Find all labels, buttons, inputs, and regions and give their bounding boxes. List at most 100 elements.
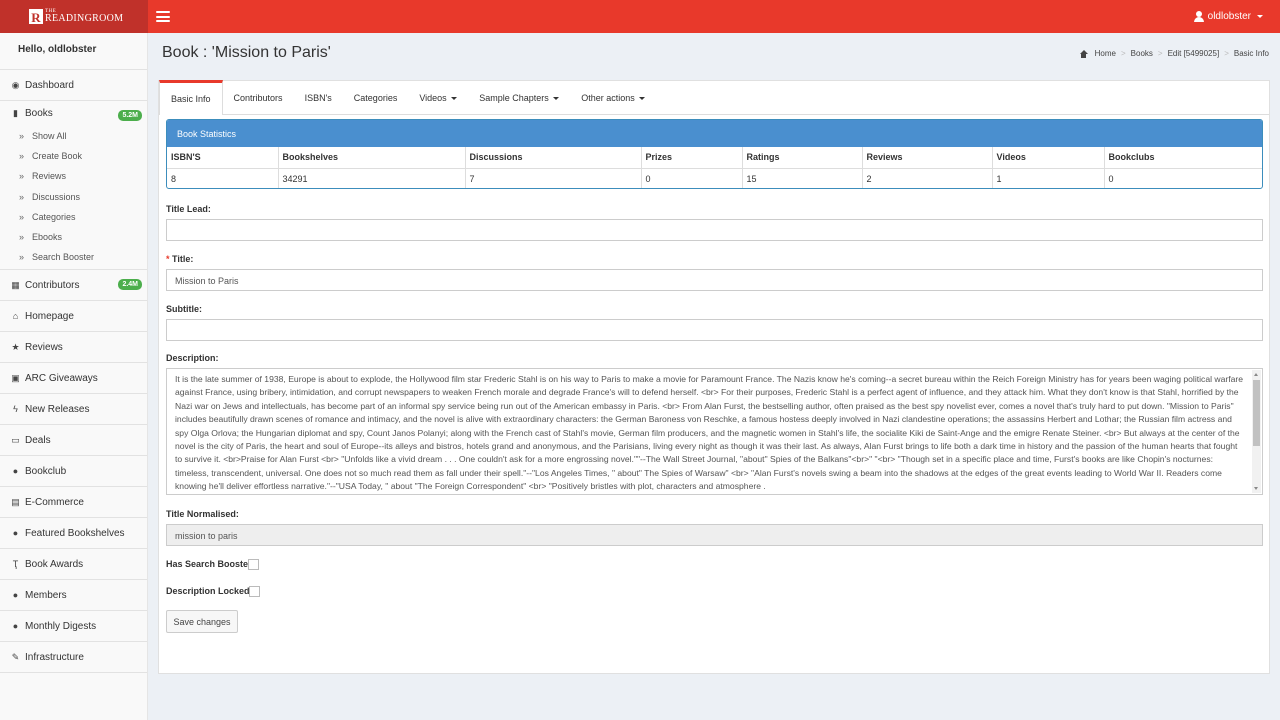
tab-basic-info[interactable]: Basic Info <box>159 80 223 115</box>
greeting: Hello, oldlobster <box>0 33 147 70</box>
book-statistics-panel: Book Statistics ISBN'S Bookshelves Discu… <box>166 119 1263 189</box>
sidebar-subitem-discussions[interactable]: » Discussions <box>0 187 147 207</box>
cart-icon: ▤ <box>11 496 20 507</box>
sidebar-item-arc-giveaways[interactable]: ▣ ARC Giveaways <box>0 363 147 395</box>
sidebar-item-e-commerce[interactable]: ▤ E-Commerce <box>0 487 147 519</box>
tab-other-actions[interactable]: Other actions <box>570 81 656 115</box>
stats-header: Bookshelves <box>278 147 466 169</box>
user-icon: ● <box>12 620 19 631</box>
breadcrumb-home[interactable]: Home <box>1095 49 1116 58</box>
double-chevron-icon: » <box>19 211 25 222</box>
stats-header: Reviews <box>862 147 993 169</box>
save-changes-button[interactable]: Save changes <box>166 610 238 633</box>
sidebar-item-members[interactable]: ● Members <box>0 580 147 612</box>
sidebar-subitem-categories[interactable]: » Categories <box>0 207 147 227</box>
user-icon: ● <box>12 589 19 600</box>
book-icon: ▮ <box>13 108 18 118</box>
sidebar-item-homepage[interactable]: ⌂ Homepage <box>0 301 147 333</box>
sidebar-subitem-show-all[interactable]: » Show All <box>0 126 147 146</box>
stats-header: Videos <box>992 147 1105 169</box>
stats-header: Bookclubs <box>1104 147 1262 169</box>
title-normalised-label: Title Normalised: <box>166 509 239 519</box>
required-mark: * <box>166 254 170 264</box>
stats-header: Ratings <box>742 147 863 169</box>
double-chevron-icon: » <box>19 131 25 142</box>
tab-categories[interactable]: Categories <box>343 81 409 115</box>
stats-value-bookclubs: 0 <box>1108 173 1114 184</box>
sidebar-subitem-search-booster[interactable]: » Search Booster <box>0 247 147 267</box>
tab-videos[interactable]: Videos <box>408 81 468 115</box>
stats-value-reviews: 2 <box>862 168 993 188</box>
description-locked-checkbox[interactable] <box>249 586 260 597</box>
brand-logo[interactable]: R THE READINGROOM <box>0 0 148 33</box>
sidebar-item-reviews[interactable]: ★ Reviews <box>0 332 147 364</box>
stats-header: Prizes <box>641 147 743 169</box>
tab-sample-chapters[interactable]: Sample Chapters <box>468 81 570 115</box>
sidebar-item-new-releases[interactable]: ϟ New Releases <box>0 394 147 426</box>
sidebar-subitem-ebooks[interactable]: » Ebooks <box>0 227 147 247</box>
description-scrollbar[interactable] <box>1252 370 1261 493</box>
caret-down-icon <box>451 96 458 100</box>
sidebar-item-books[interactable]: ▮ Books 5.2M <box>0 101 147 126</box>
search-booster-checkbox[interactable] <box>248 559 259 570</box>
money-icon: ▭ <box>11 434 20 445</box>
caret-down-icon <box>1257 15 1263 18</box>
subtitle-input[interactable] <box>166 319 1263 341</box>
home-icon: ⌂ <box>12 310 19 321</box>
sidebar-item-featured-bookshelves[interactable]: ● Featured Bookshelves <box>0 518 147 550</box>
stats-value-isbns: 8 <box>167 168 279 188</box>
stats-value-prizes: 0 <box>641 168 743 188</box>
sidebar: Hello, oldlobster ◉ Dashboard ▮ Books 5.… <box>0 33 148 720</box>
logo-mark: R <box>29 9 43 25</box>
sidebar-item-bookclub[interactable]: ● Bookclub <box>0 456 147 488</box>
double-chevron-icon: » <box>19 252 25 263</box>
hamburger-menu-icon[interactable] <box>156 11 170 22</box>
title-label: * Title: <box>166 254 194 264</box>
stats-value-ratings: 15 <box>742 168 863 188</box>
caret-down-icon <box>639 96 646 100</box>
books-count-badge: 5.2M <box>118 110 142 121</box>
caret-down-icon <box>553 96 560 100</box>
breadcrumb-edit[interactable]: Edit [5499025] <box>1168 49 1220 58</box>
star-icon: ★ <box>11 341 20 352</box>
stats-header: ISBN'S <box>167 147 279 169</box>
scroll-up-icon <box>1254 373 1258 376</box>
stats-value-videos: 1 <box>992 168 1105 188</box>
description-textarea[interactable]: It is the late summer of 1938, Europe is… <box>166 368 1263 495</box>
sidebar-item-book-awards[interactable]: Ҭ Book Awards <box>0 549 147 581</box>
user-name: oldlobster <box>1207 11 1251 22</box>
double-chevron-icon: » <box>19 171 25 182</box>
user-menu[interactable]: oldlobster <box>1193 11 1263 22</box>
description-text: It is the late summer of 1938, Europe is… <box>175 374 1244 492</box>
trophy-icon: Ҭ <box>12 558 19 569</box>
tab-bar: Basic Info Contributors ISBN's Categorie… <box>159 80 1269 115</box>
main-content: Book : 'Mission to Paris' Home > Books >… <box>148 33 1280 720</box>
bolt-icon: ϟ <box>13 403 18 414</box>
stats-table: ISBN'S Bookshelves Discussions Prizes Ra… <box>167 147 1262 188</box>
sidebar-item-infrastructure[interactable]: ✎ Infrastructure <box>0 642 147 674</box>
double-chevron-icon: » <box>19 232 25 243</box>
description-label: Description: <box>166 353 219 363</box>
breadcrumb-books[interactable]: Books <box>1131 49 1153 58</box>
title-normalised-input: mission to paris <box>166 524 1263 546</box>
tab-contributors[interactable]: Contributors <box>223 81 294 115</box>
sidebar-subitem-create-book[interactable]: » Create Book <box>0 146 147 166</box>
sidebar-subitem-reviews[interactable]: » Reviews <box>0 166 147 186</box>
description-locked-label: Description Locked? <box>166 586 256 596</box>
title-lead-label: Title Lead: <box>166 204 211 214</box>
double-chevron-icon: » <box>19 191 25 202</box>
sidebar-item-contributors[interactable]: ▦ Contributors 2.4M <box>0 270 147 302</box>
top-navbar: R THE READINGROOM oldlobster <box>0 0 1280 33</box>
title-input[interactable]: Mission to Paris <box>166 269 1263 291</box>
user-icon <box>1193 11 1204 22</box>
tab-isbns[interactable]: ISBN's <box>294 81 343 115</box>
home-icon <box>1079 49 1088 58</box>
sidebar-item-monthly-digests[interactable]: ● Monthly Digests <box>0 611 147 643</box>
logo-big-text: READINGROOM <box>45 13 124 24</box>
search-booster-label: Has Search Booster? <box>166 559 258 569</box>
sidebar-item-deals[interactable]: ▭ Deals <box>0 425 147 457</box>
scroll-thumb[interactable] <box>1253 380 1260 446</box>
title-lead-input[interactable] <box>166 219 1263 241</box>
sidebar-item-dashboard[interactable]: ◉ Dashboard <box>0 70 147 101</box>
stats-value-discussions: 7 <box>465 168 642 188</box>
